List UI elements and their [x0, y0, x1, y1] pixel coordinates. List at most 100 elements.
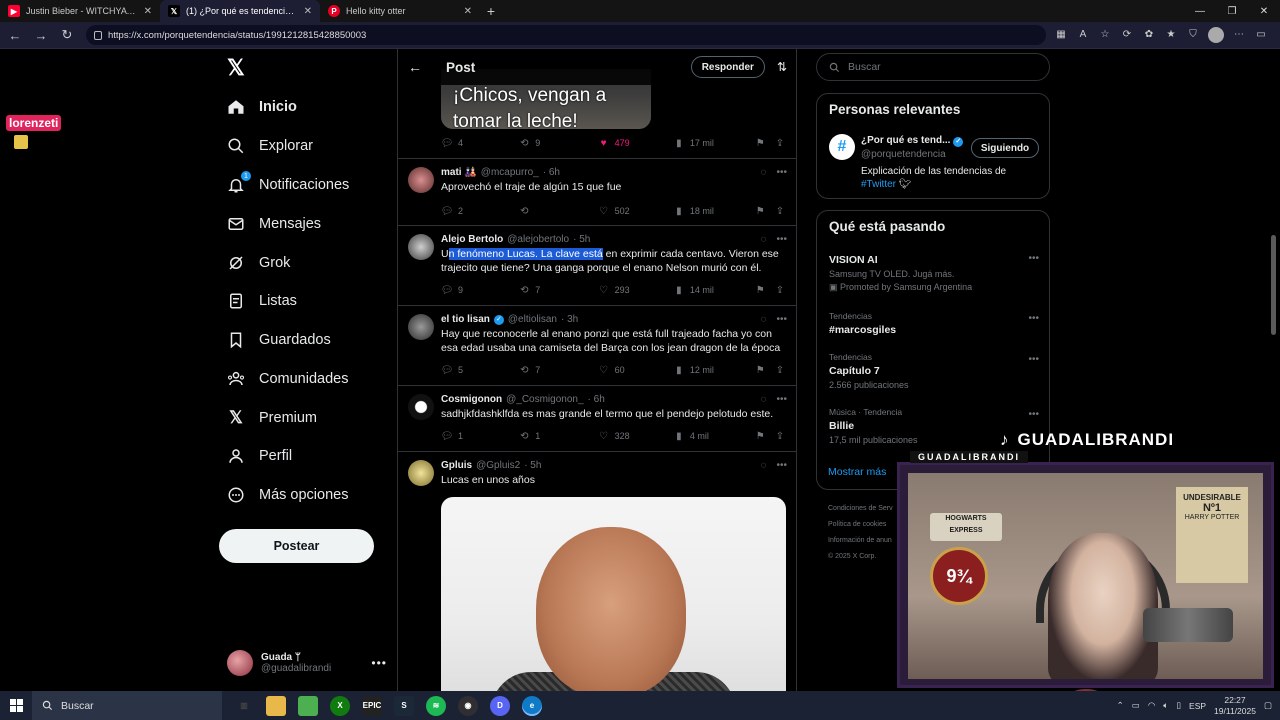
read-aloud-icon[interactable]: A — [1076, 27, 1090, 41]
more-dots-icon[interactable]: ••• — [776, 234, 787, 245]
reply-tweet[interactable]: Gpluis @Gpluis2 · 5h ◌ ••• Lucas en unos … — [398, 451, 796, 691]
shield-icon[interactable]: ⛉ — [1186, 27, 1200, 41]
taskbar-search[interactable]: Buscar — [32, 691, 222, 720]
views-action[interactable]: ▮ 4 mil — [673, 430, 754, 442]
reply-action[interactable]: 💬︎ 2 — [441, 205, 518, 217]
tab-pinterest[interactable]: P Hello kitty otter ✕ — [320, 0, 480, 22]
back-icon[interactable]: ← — [4, 24, 26, 46]
close-icon[interactable]: ✕ — [464, 6, 472, 17]
more-dots-icon[interactable]: ••• — [1028, 313, 1039, 324]
scrollbar-thumb[interactable] — [1271, 235, 1276, 335]
share-action[interactable]: ⇪ — [774, 364, 786, 376]
show-more-link[interactable]: Mostrar más — [828, 466, 886, 478]
close-window-icon[interactable]: ✕ — [1248, 0, 1280, 22]
author-name[interactable]: Gpluis — [441, 460, 472, 471]
nav-item-perfil[interactable]: Perfil — [227, 441, 292, 471]
wifi-icon[interactable]: ◠ — [1148, 700, 1155, 711]
more-dots-icon[interactable]: ••• — [1028, 409, 1039, 420]
grok-icon[interactable]: ◌ — [761, 234, 767, 245]
author-name[interactable]: el tio lisan — [441, 314, 490, 325]
footer-link[interactable]: Información de anun — [828, 533, 893, 549]
bookmark-action[interactable]: ⚑ — [754, 430, 774, 442]
forward-icon[interactable]: → — [30, 24, 52, 46]
avatar[interactable] — [408, 234, 434, 260]
profile-avatar[interactable] — [1208, 27, 1224, 43]
share-action[interactable]: ⇪ — [774, 205, 786, 217]
reply-tweet[interactable]: mati 🎎 @mcapurro_ · 6h ◌ ••• Aprovechó el… — [398, 158, 796, 225]
more-dots-icon[interactable]: ••• — [776, 314, 787, 325]
sidebar-icon[interactable]: ▭ — [1254, 27, 1268, 41]
footer-link[interactable]: Condiciones de Serv — [828, 501, 893, 517]
start-button[interactable] — [0, 691, 32, 720]
tweet-time[interactable]: · 6h — [543, 167, 560, 178]
volume-icon[interactable]: 🔈︎ — [1163, 700, 1168, 711]
close-icon[interactable]: ✕ — [144, 6, 152, 17]
repost-action[interactable]: ⟲ 1 — [518, 430, 597, 442]
author-handle[interactable]: @mcapurro_ — [481, 167, 539, 178]
more-dots-icon[interactable]: ••• — [776, 460, 787, 471]
author-name[interactable]: Cosmigonon — [441, 394, 502, 405]
reply-action[interactable]: 💬︎ 5 — [441, 364, 518, 376]
battery-icon[interactable]: ▯ — [1176, 700, 1181, 711]
url-input[interactable]: https://x.com/porquetendencia/status/199… — [86, 25, 1046, 45]
reply-action[interactable]: 💬︎ 1 — [441, 430, 518, 442]
more-dots-icon[interactable]: ••• — [776, 167, 787, 178]
nav-item-comunidades[interactable]: Comunidades — [227, 364, 348, 394]
close-icon[interactable]: ✕ — [304, 6, 312, 17]
spotify-icon[interactable]: ≋ — [426, 695, 446, 716]
nav-item-grok[interactable]: Grok — [227, 248, 290, 278]
bookmark-action[interactable]: ⚑ — [754, 137, 774, 149]
bookmark-action[interactable]: ⚑ — [754, 205, 774, 217]
views-action[interactable]: ▮ 18 mil — [673, 205, 754, 217]
avatar[interactable] — [408, 460, 434, 486]
tweet-time[interactable]: · 5h — [524, 460, 541, 471]
reply-button[interactable]: Responder — [690, 56, 765, 78]
tweet-photo[interactable] — [441, 497, 786, 691]
author-name[interactable]: mati 🎎 — [441, 167, 477, 178]
reply-tweet[interactable]: Alejo Bertolo @alejobertolo · 5h ◌ ••• Un… — [398, 225, 796, 305]
footer-link[interactable]: Política de cookies — [828, 517, 893, 533]
avatar[interactable] — [408, 167, 434, 193]
grok-icon[interactable]: ◌ — [761, 314, 767, 325]
grok-icon[interactable]: ◌ — [761, 167, 767, 178]
repost-action[interactable]: ⟲ 7 — [518, 284, 597, 296]
search-input[interactable]: Buscar — [816, 53, 1050, 81]
language-indicator[interactable]: ESP — [1189, 701, 1206, 711]
favorite-star-icon[interactable]: ☆ — [1098, 27, 1112, 41]
nav-item-listas[interactable]: Listas — [227, 286, 297, 316]
reply-tweet[interactable]: el tio lisan ✓ @eltiolisan · 3h ◌ ••• Hay… — [398, 305, 796, 385]
like-action[interactable]: ♡ 293 — [598, 284, 673, 296]
more-dots-icon[interactable]: ••• — [776, 394, 787, 405]
network-icon[interactable]: ▭ — [1132, 700, 1140, 711]
extension-icon[interactable]: ✿ — [1142, 27, 1156, 41]
repost-action[interactable]: ⟲ 7 — [518, 364, 597, 376]
grok-icon[interactable]: ◌ — [761, 460, 767, 471]
tab-x[interactable]: 𝕏 (1) ¿Por qué es tendencia? en X: " ✕ — [160, 0, 320, 22]
hashtag-avatar[interactable]: # — [829, 134, 855, 160]
like-action[interactable]: ♥ 479 — [598, 137, 673, 149]
reply-tweet[interactable]: Cosmigonon @_Cosmigonon_ · 6h ◌ ••• sadhj… — [398, 385, 796, 451]
xbox-icon[interactable]: X — [330, 695, 350, 716]
author-name[interactable]: Alejo Bertolo — [441, 234, 503, 245]
nav-item-guardados[interactable]: Guardados — [227, 325, 331, 355]
nav-item-mas-opciones[interactable]: Más opciones — [227, 480, 348, 510]
hashtag-link[interactable]: #Twitter — [861, 179, 896, 190]
x-logo-icon[interactable]: 𝕏 — [227, 57, 249, 79]
author-handle[interactable]: @alejobertolo — [507, 234, 569, 245]
share-action[interactable]: ⇪ — [774, 137, 786, 149]
more-dots-icon[interactable]: ••• — [1028, 354, 1039, 365]
obs-icon[interactable]: ◉ — [458, 695, 478, 716]
nav-item-notificaciones[interactable]: 1 Notificaciones — [227, 170, 349, 200]
reload-icon[interactable]: ↻ — [56, 24, 78, 46]
notifications-icon[interactable]: ▢ — [1264, 700, 1272, 711]
trend-item[interactable]: Tendencias Capítulo 7 2.566 publicacione… — [829, 352, 1039, 390]
nav-item-premium[interactable]: 𝕏 Premium — [227, 403, 317, 433]
repost-action[interactable]: ⟲ — [518, 205, 597, 217]
sort-replies-icon[interactable]: ⇅ — [777, 60, 787, 74]
views-action[interactable]: ▮ 12 mil — [673, 364, 754, 376]
more-dots-icon[interactable]: ••• — [1028, 253, 1039, 264]
grok-icon[interactable]: ◌ — [761, 394, 767, 405]
refresh-icon[interactable]: ⟳ — [1120, 27, 1134, 41]
tweet-time[interactable]: · 6h — [588, 394, 605, 405]
menu-dots-icon[interactable]: ⋯ — [1232, 27, 1246, 41]
